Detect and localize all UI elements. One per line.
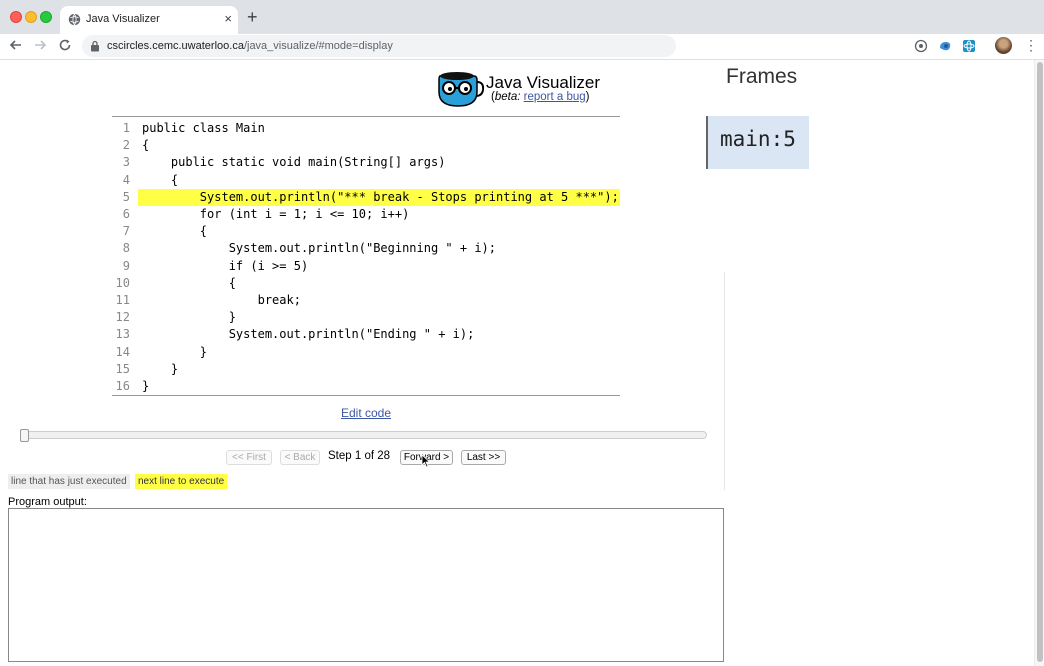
code-text: if (i >= 5) [142,258,309,273]
line-number: 15 [115,361,130,376]
new-tab-button[interactable]: + [247,8,258,26]
program-output[interactable] [8,508,724,662]
forward-arrow-icon[interactable] [33,38,47,52]
code-line: 5 System.out.println("*** break - Stops … [112,188,620,206]
step-slider[interactable] [24,431,707,439]
back-arrow-icon[interactable] [9,38,23,52]
close-window-button[interactable] [10,11,22,23]
code-line: 15 } [112,361,620,378]
code-text: } [142,310,236,325]
extension-icon[interactable] [938,39,952,53]
url-text: cscircles.cemc.uwaterloo.ca/java_visuali… [107,40,393,52]
line-number: 11 [115,293,130,307]
browser-tab[interactable]: Java Visualizer × [60,6,238,34]
line-number: 2 [122,138,130,153]
output-label: Program output: [8,496,87,508]
browser-toolbar: cscircles.cemc.uwaterloo.ca/java_visuali… [0,34,1044,59]
line-number: 5 [122,189,130,204]
code-line: 1 public class Main [112,120,620,137]
line-number: 6 [122,207,130,221]
code-display: 1 public class Main 2{3 public static void… [112,116,620,396]
code-text: System.out.println("Ending " + i); [142,327,475,342]
step-counter: Step 1 of 28 [328,450,391,462]
code-text: public static void main(String[] args) [142,155,446,170]
step-slider-handle[interactable] [20,429,29,442]
url-host: cscircles.cemc.uwaterloo.ca [107,40,244,52]
frames-title: Frames [726,65,798,88]
code-line: 12 } [112,309,620,326]
code-text: System.out.println("Beginning " + i); [142,241,497,256]
line-number: 12 [115,310,130,325]
edit-code-link[interactable]: Edit code [0,406,732,420]
code-text: { [142,172,179,187]
code-text: } [142,379,150,393]
code-line: 2{ [112,137,620,154]
cursor-icon [421,454,431,468]
menu-icon[interactable]: ⋮ [1024,37,1038,53]
line-number: 10 [115,275,130,290]
lock-icon[interactable] [90,40,100,52]
frame-name: main:5 [720,127,796,151]
java-visualizer-logo [438,72,484,107]
extension-icon[interactable] [914,39,928,53]
code-text: break; [142,293,301,307]
line-number: 14 [115,344,130,359]
code-line: 4 { [112,172,620,189]
avatar[interactable] [995,37,1012,54]
line-number: 9 [122,258,130,273]
legend-prev-line: line that has just executed [8,474,130,489]
page-content: Java Visualizer (beta: report a bug) 1 pu… [0,60,1034,666]
line-number: 8 [122,241,130,256]
extension-icon[interactable] [962,39,976,53]
code-text: { [142,224,208,239]
line-number: 1 [122,121,130,135]
report-bug-link[interactable]: report a bug [524,91,586,103]
code-line: 14 } [112,344,620,361]
beta-label: beta: [494,91,521,103]
stack-frame: main:5 [706,116,809,169]
url-path: /java_visualize/#mode=display [243,40,393,52]
back-button[interactable]: < Back [280,450,320,465]
close-paren: ) [585,91,590,103]
line-number: 4 [122,172,130,187]
code-line: 9 if (i >= 5) [112,258,620,275]
line-number: 16 [115,379,130,393]
line-number: 13 [115,327,130,342]
code-line: 13 System.out.println("Ending " + i); [112,326,620,343]
code-text: { [142,275,236,290]
code-line: 10 { [112,275,620,292]
first-button[interactable]: << First [226,450,272,465]
code-text: } [142,344,208,359]
scroll-thumb[interactable] [1037,62,1043,662]
code-line: 16} [112,378,620,395]
minimize-window-button[interactable] [25,11,37,23]
reload-icon[interactable] [58,38,72,52]
legend-next-line: next line to execute [135,474,228,489]
code-text: public class Main [142,121,265,135]
code-text: } [142,361,179,376]
page-scrollbar[interactable] [1034,60,1044,666]
code-text: for (int i = 1; i <= 10; i++) [142,207,410,221]
line-number: 3 [122,155,130,170]
code-line: 8 System.out.println("Beginning " + i); [112,240,620,257]
code-line: 7 { [112,223,620,240]
tab-close-icon[interactable]: × [224,12,232,26]
address-bar[interactable]: cscircles.cemc.uwaterloo.ca/java_visuali… [82,35,676,57]
code-text: { [142,138,150,153]
maximize-window-button[interactable] [40,11,52,23]
beta-note: (beta: report a bug) [491,91,589,103]
code-line: 11 break; [112,292,620,309]
browser-tab-bar: Java Visualizer × + [0,0,1044,34]
code-line: 6 for (int i = 1; i <= 10; i++) [112,206,620,223]
panel-divider [724,272,725,490]
code-line: 3 public static void main(String[] args) [112,154,620,171]
tab-title: Java Visualizer [86,13,160,25]
globe-icon [68,13,81,26]
page-title: Java Visualizer [486,73,601,92]
code-text: System.out.println("*** break - Stops pr… [138,188,620,206]
line-number: 7 [122,224,130,239]
last-button[interactable]: Last >> [461,450,506,465]
